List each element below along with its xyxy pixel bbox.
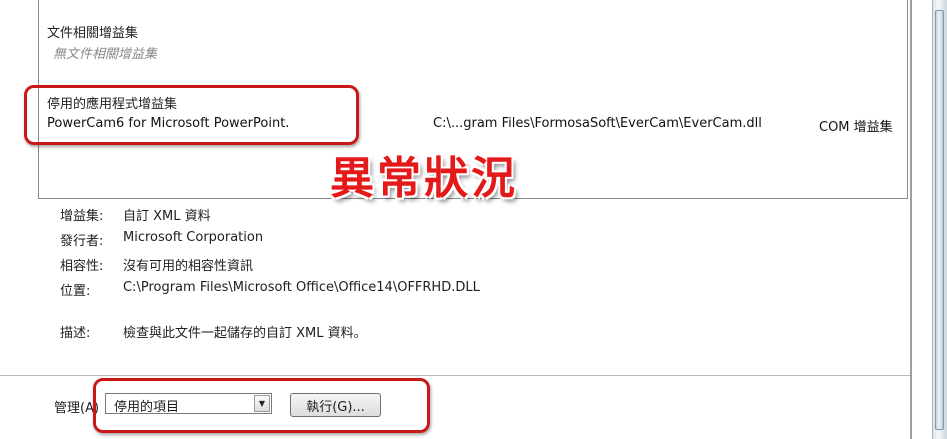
abnormal-status-annotation: 異常狀況	[330, 153, 518, 204]
addin-location: C:\...gram Files\FormosaSoft\EverCam\Eve…	[433, 116, 762, 131]
description-label: 描述:	[60, 326, 91, 341]
scrollbar-thumb[interactable]	[935, 10, 944, 430]
vertical-scrollbar[interactable]	[932, 0, 947, 439]
publisher-value: Microsoft Corporation	[123, 230, 264, 245]
compatibility-label: 相容性:	[60, 259, 104, 274]
highlight-disabled-addin	[24, 85, 359, 145]
document-addins-empty-text: 無文件相關增益集	[53, 47, 158, 62]
compatibility-value: 沒有可用的相容性資訊	[123, 259, 254, 274]
window-edge	[910, 0, 912, 439]
document-addins-group-title: 文件相關增益集	[47, 26, 139, 41]
addin-label: 增益集:	[60, 209, 104, 224]
description-value: 檢查與此文件一起儲存的自訂 XML 資料。	[123, 326, 367, 341]
location-value: C:\Program Files\Microsoft Office\Office…	[123, 280, 480, 295]
section-divider	[0, 375, 910, 376]
publisher-label: 發行者:	[60, 234, 104, 249]
location-label: 位置:	[60, 284, 91, 299]
addin-type: COM 增益集	[819, 120, 893, 135]
addin-value: 自訂 XML 資料	[123, 209, 211, 224]
highlight-manage-controls	[93, 378, 430, 433]
